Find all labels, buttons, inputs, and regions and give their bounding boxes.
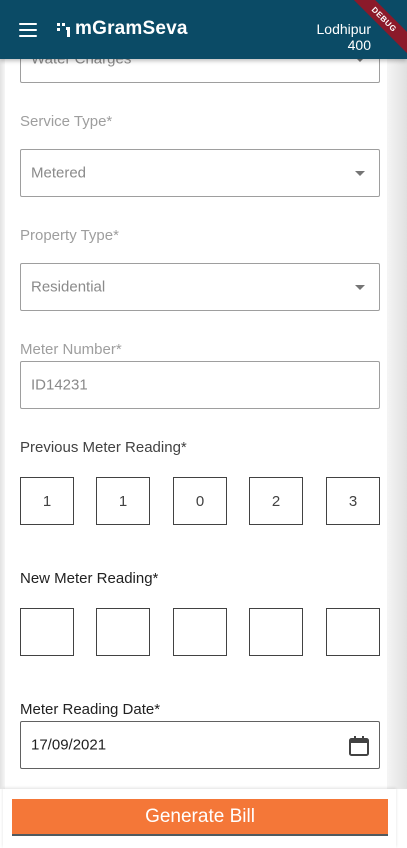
meter-number-value: ID14231	[31, 376, 88, 394]
reading-date-label: Meter Reading Date*	[20, 701, 161, 718]
property-type-dropdown[interactable]: Residential	[20, 263, 380, 311]
new-reading-digit-1[interactable]	[20, 608, 74, 656]
calendar-icon[interactable]	[348, 735, 370, 757]
right-edge-shadow	[387, 59, 407, 789]
previous-reading-digit-2: 1	[96, 477, 150, 525]
service-type-dropdown[interactable]: Metered	[20, 149, 380, 197]
previous-reading-label: Previous Meter Reading*	[20, 439, 187, 456]
app-logo-icon	[57, 23, 70, 37]
new-reading-digit-5[interactable]	[326, 608, 380, 656]
chevron-down-icon	[355, 285, 365, 290]
new-reading-digit-3[interactable]	[173, 608, 227, 656]
previous-reading-digit-5: 3	[326, 477, 380, 525]
new-reading-digit-2[interactable]	[96, 608, 150, 656]
service-type-label: Service Type*	[20, 113, 113, 130]
property-type-label: Property Type*	[20, 227, 119, 244]
app-title: mGramSeva	[75, 18, 188, 39]
left-edge-shadow	[0, 59, 5, 789]
chevron-down-icon	[355, 171, 365, 176]
footer-bar: Generate Bill	[3, 789, 396, 848]
tenant-code: 400	[347, 37, 371, 53]
tenant-location[interactable]: Lodhipur 400	[317, 21, 372, 53]
previous-reading-digit-1: 1	[20, 477, 74, 525]
new-reading-label: New Meter Reading*	[20, 570, 159, 587]
meter-number-field[interactable]: ID14231	[20, 361, 380, 409]
property-type-value: Residential	[31, 278, 106, 296]
service-type-value: Metered	[31, 164, 87, 182]
hamburger-menu-icon[interactable]	[19, 23, 37, 37]
meter-number-label: Meter Number*	[20, 341, 122, 358]
generate-bill-button[interactable]: Generate Bill	[12, 799, 388, 836]
previous-reading-digit-3: 0	[173, 477, 227, 525]
tenant-name: Lodhipur	[316, 21, 372, 37]
previous-reading-digit-4: 2	[249, 477, 303, 525]
new-reading-digit-4[interactable]	[249, 608, 303, 656]
reading-date-field[interactable]: 17/09/2021	[20, 721, 380, 769]
app-bar: mGramSeva Lodhipur 400 DEBUG	[0, 0, 407, 59]
reading-date-value: 17/09/2021	[31, 736, 107, 754]
